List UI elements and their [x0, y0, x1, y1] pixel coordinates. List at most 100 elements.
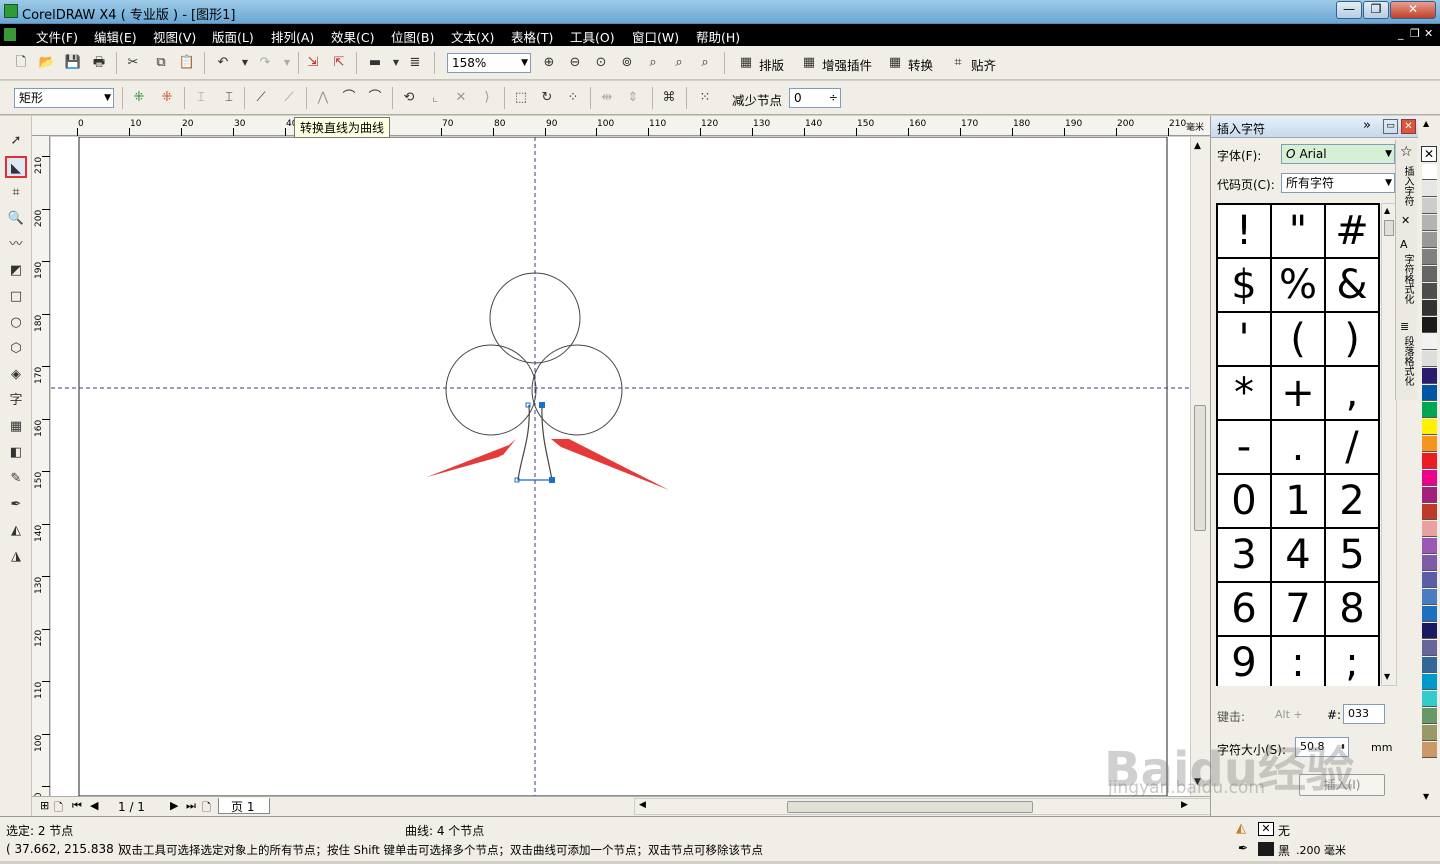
color-swatch[interactable]	[1422, 181, 1437, 197]
import-icon[interactable]: ⇲	[304, 54, 322, 72]
color-swatch[interactable]	[1422, 368, 1437, 384]
color-swatch[interactable]	[1422, 436, 1437, 452]
select-all-nodes-icon[interactable]: ⁙	[696, 89, 714, 107]
color-swatch[interactable]	[1422, 538, 1437, 554]
snap-button[interactable]: 贴齐	[971, 55, 996, 74]
character-cell[interactable]: 4	[1272, 529, 1326, 583]
scroll-up-icon[interactable]: ▲	[1194, 141, 1201, 151]
selected-node-top[interactable]	[539, 402, 545, 408]
character-cell[interactable]: !	[1218, 205, 1272, 259]
drawing-canvas[interactable]	[51, 137, 1190, 796]
zoom-width-icon[interactable]: ⌕	[670, 54, 688, 72]
character-cell[interactable]: )	[1326, 313, 1380, 367]
character-cell[interactable]: /	[1326, 421, 1380, 475]
elastic-mode-icon[interactable]: ⌘	[660, 89, 678, 107]
vertical-scroll-thumb[interactable]	[1194, 405, 1206, 531]
save-icon[interactable]: 💾	[64, 54, 82, 72]
redo-icon[interactable]: ↷	[256, 54, 274, 72]
outline-color-swatch[interactable]	[1258, 842, 1274, 856]
palette-scroll-down-icon[interactable]: ▼	[1423, 792, 1429, 801]
docker-collapse-icon[interactable]: »	[1363, 118, 1371, 133]
character-cell[interactable]: 0	[1218, 475, 1272, 529]
zoom-tool-icon[interactable]: 🔍	[5, 208, 27, 230]
doc-minimize-button[interactable]: _	[1398, 27, 1404, 40]
character-cell[interactable]: 8	[1326, 583, 1380, 637]
cusp-node-icon[interactable]: ⋀	[314, 89, 332, 107]
character-cell[interactable]: ;	[1326, 637, 1380, 686]
freehand-tool-icon[interactable]: 〰	[5, 234, 27, 256]
character-cell[interactable]: %	[1272, 259, 1326, 313]
color-swatch[interactable]	[1422, 742, 1437, 758]
menu-bitmaps[interactable]: 位图(B)	[391, 27, 434, 46]
prev-page-icon[interactable]: ◀	[90, 799, 98, 812]
smooth-node-icon[interactable]: ⌒	[340, 89, 358, 107]
open-icon[interactable]: 📂	[38, 54, 56, 72]
color-swatch[interactable]	[1422, 232, 1437, 248]
character-cell[interactable]: 7	[1272, 583, 1326, 637]
close-button[interactable]: ✕	[1390, 1, 1436, 19]
color-swatch[interactable]	[1422, 555, 1437, 571]
color-swatch[interactable]	[1422, 572, 1437, 588]
ellipse-tool-icon[interactable]: ○	[5, 312, 27, 334]
vertical-scrollbar[interactable]: ▲ ▼	[1190, 137, 1210, 796]
minimize-button[interactable]: —	[1336, 1, 1362, 19]
character-cell[interactable]: #	[1326, 205, 1380, 259]
scroll-up-icon[interactable]: ▲	[1384, 206, 1390, 215]
color-swatch[interactable]	[1422, 317, 1437, 333]
color-swatch[interactable]	[1422, 453, 1437, 469]
character-cell[interactable]: (	[1272, 313, 1326, 367]
polygon-tool-icon[interactable]: ⬡	[5, 338, 27, 360]
convert-button[interactable]: 转换	[908, 55, 933, 74]
zoom-all-icon[interactable]: ⊚	[618, 54, 636, 72]
color-swatch[interactable]	[1422, 334, 1437, 350]
break-curve-icon[interactable]: ⌶	[220, 89, 238, 107]
join-nodes-icon[interactable]: ⌶	[192, 89, 210, 107]
vertical-ruler[interactable]: 21020019018017016015014013012011010090	[32, 136, 50, 804]
print-icon[interactable]: 🖶	[90, 54, 108, 72]
menu-window[interactable]: 窗口(W)	[632, 27, 679, 46]
zoom-out-icon[interactable]: ⊖	[566, 54, 584, 72]
side-tab-character-format[interactable]: 字符格式化	[1401, 254, 1413, 304]
copy-icon[interactable]: ⧉	[152, 54, 170, 72]
horizontal-ruler[interactable]: 0102030405070809010011012013014015016017…	[32, 116, 1210, 136]
ruler-origin-icon[interactable]: ⊞	[40, 799, 49, 812]
layout-button[interactable]: 排版	[759, 55, 784, 74]
color-swatch[interactable]	[1422, 164, 1437, 180]
scroll-down-icon[interactable]: ▼	[1384, 672, 1390, 681]
color-swatch[interactable]	[1422, 504, 1437, 520]
outline-tool-icon[interactable]: ✒	[5, 494, 27, 516]
spinner-icon[interactable]: ÷	[829, 89, 838, 107]
delete-node-icon[interactable]: ⁜	[158, 89, 176, 107]
menu-text[interactable]: 文本(X)	[451, 27, 494, 46]
character-cell[interactable]: .	[1272, 421, 1326, 475]
menu-layout[interactable]: 版面(L)	[212, 27, 254, 46]
smart-fill-tool-icon[interactable]: ◩	[5, 260, 27, 282]
codepage-select[interactable]: 所有字符 ▼	[1281, 173, 1395, 193]
character-grid[interactable]: ! " # $% & '() * +, -./ 0 1 2 3 4 5 6 7 8 9:;	[1216, 203, 1380, 686]
reverse-direction-icon[interactable]: ⟲	[400, 89, 418, 107]
color-swatch[interactable]	[1422, 589, 1437, 605]
color-swatch[interactable]	[1422, 351, 1437, 367]
interactive-fill-tool-icon[interactable]: ◮	[5, 546, 27, 568]
color-swatch[interactable]	[1422, 300, 1437, 316]
docker-minimize-icon[interactable]: ▭	[1383, 119, 1398, 134]
add-node-icon[interactable]: ⁜	[130, 89, 148, 107]
to-line-icon[interactable]: ⟋	[252, 89, 270, 107]
zoom-height-icon[interactable]: ⌕	[696, 54, 714, 72]
close-curve-icon[interactable]: ⟩	[478, 89, 496, 107]
reduce-nodes-input[interactable]: 0 ÷	[789, 88, 841, 108]
menu-help[interactable]: 帮助(H)	[696, 27, 740, 46]
character-cell[interactable]: $	[1218, 259, 1272, 313]
character-cell[interactable]: :	[1272, 637, 1326, 686]
text-tool-icon[interactable]: 字	[5, 390, 27, 412]
color-swatch[interactable]	[1422, 708, 1437, 724]
menu-file[interactable]: 文件(F)	[36, 27, 78, 46]
menu-arrange[interactable]: 排列(A)	[271, 27, 314, 46]
character-cell[interactable]: 9	[1218, 637, 1272, 686]
character-cell[interactable]: +	[1272, 367, 1326, 421]
character-cell[interactable]: 5	[1326, 529, 1380, 583]
star-icon[interactable]: ☆	[1400, 144, 1413, 160]
fill-tool-icon[interactable]: ◭	[5, 520, 27, 542]
cut-icon[interactable]: ✂	[124, 54, 142, 72]
first-page-icon[interactable]: ⏮	[72, 799, 82, 813]
